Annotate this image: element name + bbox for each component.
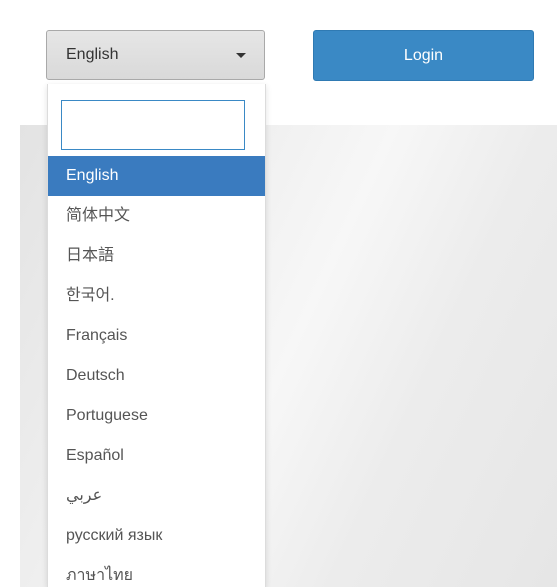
language-dropdown: English 简体中文 日本語 한국어. Français Deutsch P…: [47, 84, 266, 587]
language-option-english[interactable]: English: [48, 156, 265, 196]
language-select[interactable]: English: [46, 30, 265, 80]
language-option-russian[interactable]: русский язык: [48, 516, 265, 556]
language-option-portuguese[interactable]: Portuguese: [48, 396, 265, 436]
language-option-german[interactable]: Deutsch: [48, 356, 265, 396]
page: English Login English 简体中文 日本語 한국어. Fran…: [0, 0, 557, 587]
dropdown-search-container: [48, 84, 265, 156]
language-option-japanese[interactable]: 日本語: [48, 236, 265, 276]
language-option-thai[interactable]: ภาษาไทย: [48, 556, 265, 587]
language-option-arabic[interactable]: عربي: [48, 476, 265, 516]
language-option-spanish[interactable]: Español: [48, 436, 265, 476]
language-search-input[interactable]: [61, 100, 245, 150]
login-button[interactable]: Login: [313, 30, 534, 81]
language-option-korean[interactable]: 한국어.: [48, 276, 265, 316]
chevron-down-icon: [236, 52, 246, 58]
language-select-value: English: [66, 46, 119, 63]
language-option-french[interactable]: Français: [48, 316, 265, 356]
language-option-simplified-chinese[interactable]: 简体中文: [48, 196, 265, 236]
language-options-list: English 简体中文 日本語 한국어. Français Deutsch P…: [48, 156, 265, 587]
